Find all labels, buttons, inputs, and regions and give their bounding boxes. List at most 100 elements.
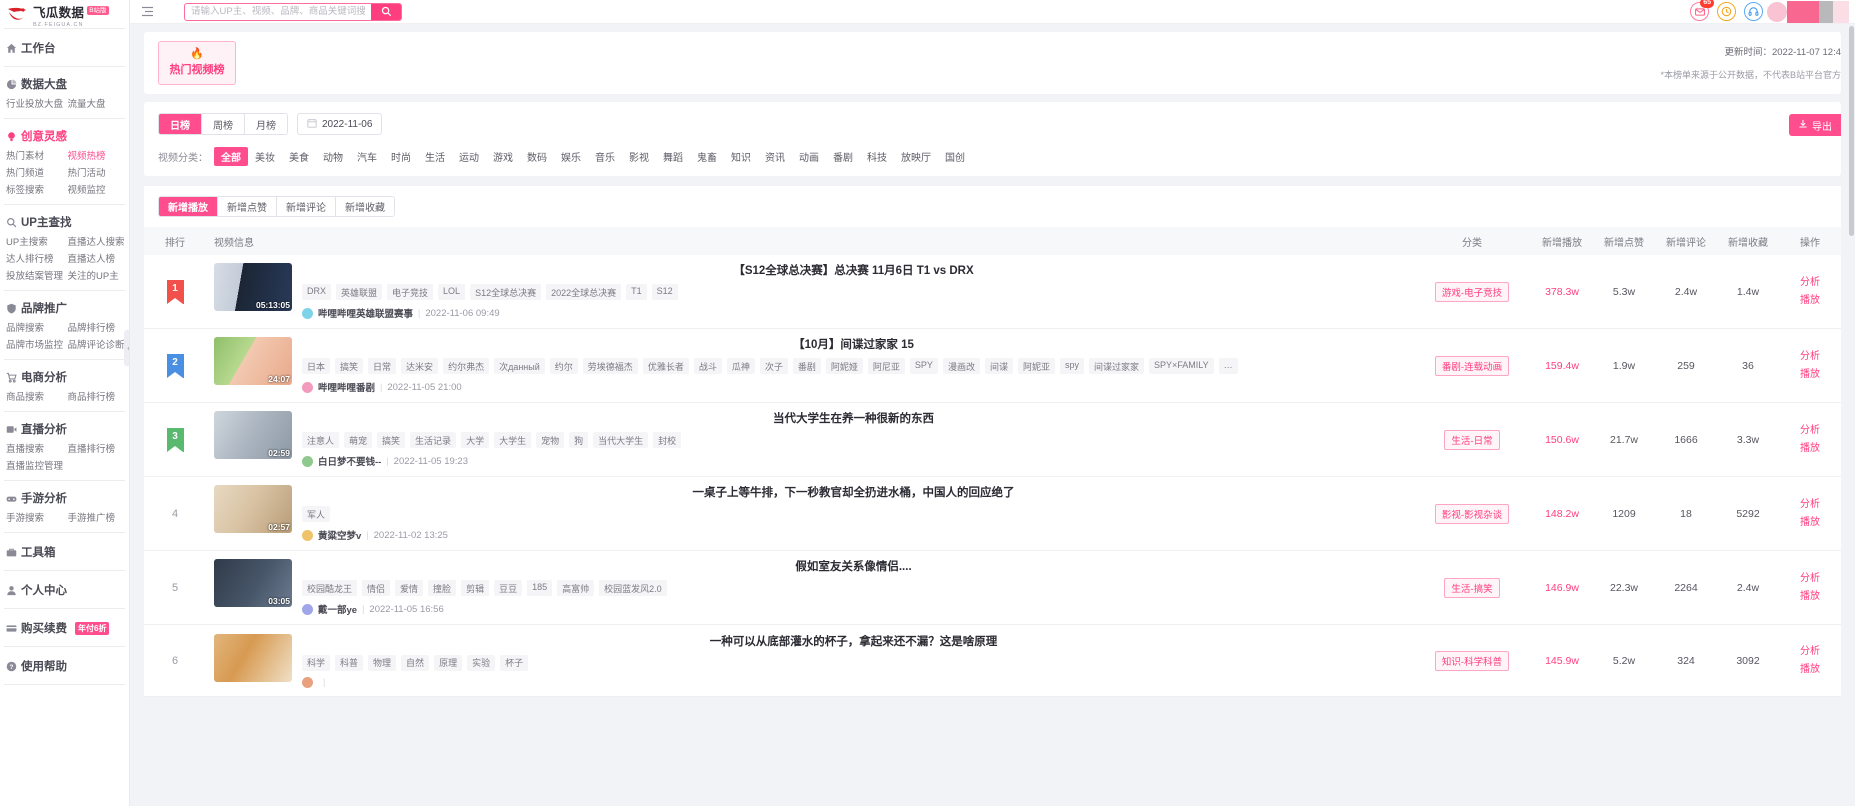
video-tag[interactable]: 科学 — [302, 654, 331, 671]
video-tag[interactable]: 大学生 — [494, 432, 532, 448]
category-item-13[interactable]: 舞蹈 — [656, 147, 690, 166]
video-thumbnail[interactable]: 02:59 — [214, 411, 292, 459]
video-thumbnail[interactable] — [214, 633, 292, 682]
sidebar-item-4-3[interactable]: 品牌评论诊断 — [68, 338, 128, 353]
video-tag[interactable]: SPY — [909, 358, 938, 374]
category-item-0[interactable]: 全部 — [214, 147, 248, 166]
sidebar-item-4-1[interactable]: 品牌排行榜 — [68, 321, 128, 336]
category-item-15[interactable]: 知识 — [724, 147, 758, 166]
category-item-7[interactable]: 运动 — [452, 147, 486, 166]
category-item-10[interactable]: 娱乐 — [554, 147, 588, 166]
video-thumbnail[interactable]: 03:05 — [214, 559, 292, 607]
user-avatar-area[interactable] — [1767, 0, 1849, 24]
category-item-14[interactable]: 鬼畜 — [690, 147, 724, 166]
video-title[interactable]: 假如室友关系像情侣.... — [302, 559, 1405, 575]
sidebar-group-header-5[interactable]: 电商分析 — [0, 367, 129, 387]
video-tag[interactable]: 搞笑 — [377, 432, 406, 448]
category-item-1[interactable]: 美妆 — [248, 147, 282, 166]
video-tag[interactable]: 劳埃德福杰 — [582, 358, 638, 374]
video-author[interactable]: 白日梦不要钱-- — [318, 454, 381, 468]
video-tag[interactable]: 剪辑 — [461, 580, 490, 596]
video-author[interactable]: 戴一部ye — [318, 602, 357, 616]
sidebar-item-2-1[interactable]: 视频热榜 — [68, 149, 128, 164]
video-tag[interactable]: 杯子 — [500, 654, 529, 671]
sidebar-item-2-4[interactable]: 标签搜索 — [6, 183, 66, 198]
category-item-20[interactable]: 放映厅 — [894, 147, 938, 166]
export-button[interactable]: 导出 — [1789, 114, 1841, 136]
analyze-link[interactable]: 分析 — [1779, 496, 1841, 514]
video-author[interactable]: 哔哩哔哩番剧 — [318, 380, 375, 394]
sidebar-item-4-0[interactable]: 品牌搜索 — [6, 321, 66, 336]
video-tag[interactable]: 撞脸 — [428, 580, 457, 596]
sidebar-item-3-3[interactable]: 直播达人榜 — [68, 252, 128, 267]
video-tag[interactable]: 次子 — [759, 358, 788, 374]
video-tag[interactable]: 萌宠 — [344, 432, 373, 448]
table-row[interactable]: 3 02:59 当代大学生在养一种很新的东西 注意人 萌宠 搞笑 生活记录 大学 大学生 宠物狗当… — [144, 402, 1841, 477]
video-tag[interactable]: 物理 — [368, 654, 397, 671]
category-item-3[interactable]: 动物 — [316, 147, 350, 166]
hamburger-icon[interactable] — [134, 6, 160, 17]
sidebar-group-header-9[interactable]: 个人中心 — [0, 578, 129, 602]
video-tag[interactable]: T1 — [626, 284, 647, 300]
table-row[interactable]: 6 一种可以从底部灌水的杯子，拿起来还不漏？这是啥原理 科学 科普 物理 自然 原理 实验 杯子… — [144, 624, 1841, 697]
video-tag[interactable]: 原理 — [434, 654, 463, 671]
global-search[interactable] — [184, 2, 402, 21]
video-thumbnail[interactable]: 05:13:05 — [214, 263, 292, 311]
analyze-link[interactable]: 分析 — [1779, 274, 1841, 292]
clock-icon[interactable] — [1717, 2, 1736, 21]
sidebar-group-header-8[interactable]: 工具箱 — [0, 540, 129, 564]
sidebar-item-6-0[interactable]: 直播搜索 — [6, 442, 66, 457]
sidebar-item-3-1[interactable]: 直播达人搜索 — [68, 235, 128, 250]
sidebar-group-header-4[interactable]: 品牌推广 — [0, 298, 129, 318]
category-item-9[interactable]: 数码 — [520, 147, 554, 166]
video-tag[interactable]: 日常 — [368, 358, 397, 374]
category-item-18[interactable]: 番剧 — [826, 147, 860, 166]
video-tag[interactable]: 间谍 — [984, 358, 1013, 374]
sidebar-item-7-1[interactable]: 手游推广榜 — [68, 511, 128, 526]
period-tab-1[interactable]: 周榜 — [202, 114, 245, 134]
video-tag[interactable]: 注意人 — [302, 432, 340, 448]
video-tag[interactable]: 大学 — [461, 432, 490, 448]
sidebar-item-1-0[interactable]: 行业投放大盘 — [6, 97, 66, 112]
hot-video-rank-tab[interactable]: 🔥 热门视频榜 — [158, 41, 236, 85]
video-author[interactable]: 黄粱空梦v — [318, 528, 361, 542]
sidebar-item-6-2[interactable]: 直播监控管理 — [6, 459, 66, 474]
video-tag[interactable]: 2022全球总决赛 — [546, 284, 622, 300]
sidebar-group-header-11[interactable]: ? 使用帮助 — [0, 654, 129, 678]
video-tag[interactable]: spy — [1059, 358, 1084, 374]
sidebar-item-7-0[interactable]: 手游搜索 — [6, 511, 66, 526]
sort-tab-0[interactable]: 新增播放 — [159, 197, 218, 216]
video-thumbnail[interactable]: 24:07 — [214, 337, 292, 385]
video-tag[interactable]: 瓜神 — [726, 358, 755, 374]
brand-logo-block[interactable]: 飞瓜数据 B站版 BZ.FEIGUA.CN — [0, 0, 129, 28]
page-scrollbar[interactable] — [1848, 24, 1855, 806]
play-link[interactable]: 播放 — [1779, 661, 1841, 679]
col-favorites[interactable]: 新增收藏 — [1717, 227, 1779, 255]
video-tag[interactable]: 番剧 — [792, 358, 821, 374]
video-tag[interactable]: 情侣 — [362, 580, 391, 596]
play-link[interactable]: 播放 — [1779, 366, 1841, 384]
sort-tab-group[interactable]: 新增播放 新增点赞 新增评论 新增收藏 — [158, 196, 395, 217]
video-tag[interactable]: 生活记录 — [410, 432, 457, 448]
video-tag[interactable]: 阿妮亚 — [1017, 358, 1055, 374]
video-title[interactable]: 当代大学生在养一种很新的东西 — [302, 411, 1405, 427]
period-tab-0[interactable]: 日榜 — [159, 114, 202, 134]
period-tab-group[interactable]: 日榜 周榜 月榜 — [158, 113, 288, 135]
category-item-16[interactable]: 资讯 — [758, 147, 792, 166]
sidebar-item-1-1[interactable]: 流量大盘 — [68, 97, 128, 112]
sidebar-group-header-2[interactable]: 创意灵感 — [0, 126, 129, 146]
col-comments[interactable]: 新增评论 — [1655, 227, 1717, 255]
video-tag[interactable]: 次данный — [494, 358, 545, 374]
sidebar-item-4-2[interactable]: 品牌市场监控 — [6, 338, 66, 353]
play-link[interactable]: 播放 — [1779, 514, 1841, 532]
sidebar-item-3-5[interactable]: 关注的UP主 — [68, 269, 128, 284]
category-badge[interactable]: 影视-影视杂谈 — [1434, 503, 1510, 524]
video-tag[interactable]: LOL — [438, 284, 466, 300]
video-tag[interactable]: 高富帅 — [557, 580, 595, 596]
video-tag[interactable]: 当代大学生 — [593, 432, 649, 448]
video-tag[interactable]: 间谍过家家 — [1089, 358, 1145, 374]
sidebar-item-5-1[interactable]: 商品排行榜 — [68, 390, 128, 405]
category-item-6[interactable]: 生活 — [418, 147, 452, 166]
video-tag[interactable]: 战斗 — [693, 358, 722, 374]
sidebar-item-6-1[interactable]: 直播排行榜 — [68, 442, 128, 457]
